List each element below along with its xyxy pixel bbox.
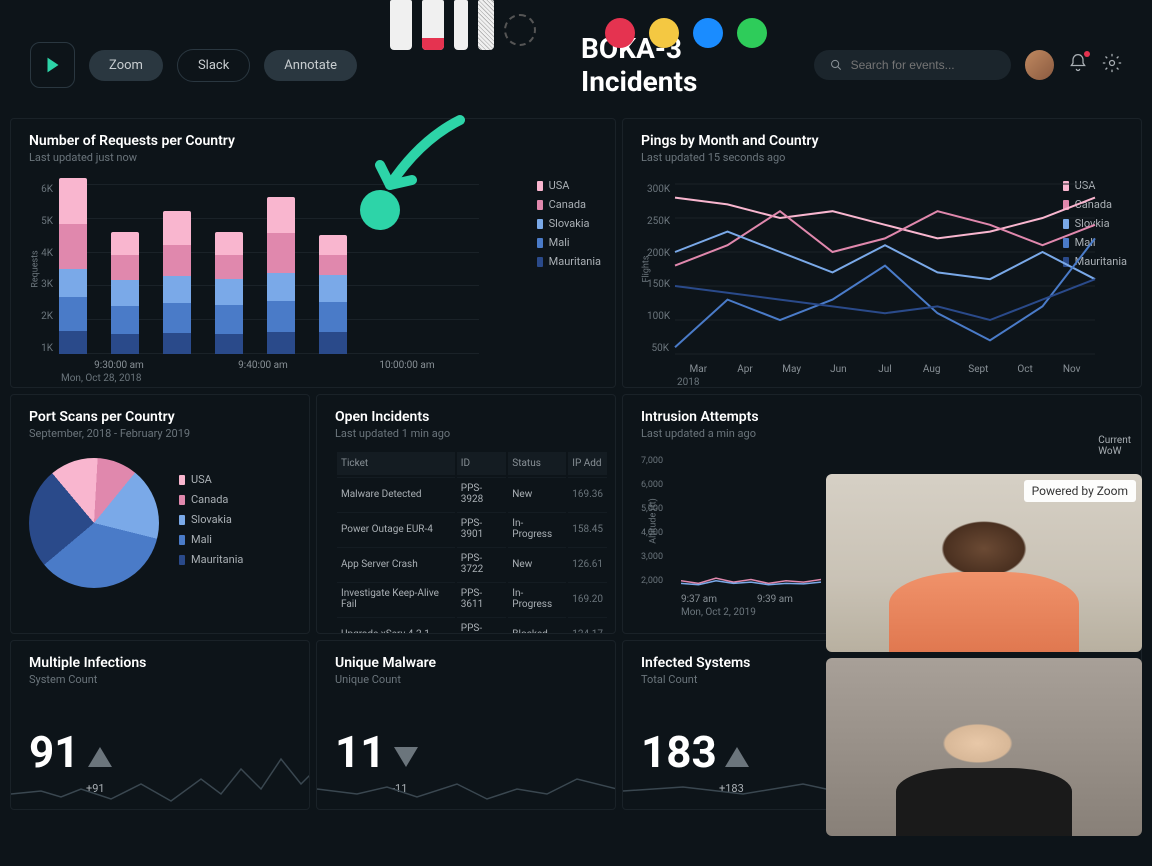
line-chart: Flights 300K250K200K150K100K50K MarAprMa… <box>675 184 1105 374</box>
panel-multiple-infections: Multiple Infections System Count 91 +91 <box>10 640 310 810</box>
app-logo[interactable] <box>30 42 75 88</box>
video-participant-2[interactable] <box>826 658 1142 836</box>
table-row[interactable]: Upgrade xServ 4.2.1PPS-3499Blocked124.17 <box>337 617 607 634</box>
zoom-badge: Powered by Zoom <box>1024 480 1136 502</box>
search-box[interactable] <box>814 50 1010 80</box>
color-palette <box>605 18 767 48</box>
panel-requests: Number of Requests per Country Last upda… <box>10 118 616 388</box>
table-row[interactable]: Investigate Keep-Alive FailPPS-3611In-Pr… <box>337 582 607 615</box>
panel-subtitle: Last updated 1 min ago <box>335 427 609 440</box>
panel-title: Number of Requests per Country <box>29 133 597 149</box>
panel-title: Multiple Infections <box>29 655 291 671</box>
notifications-icon[interactable] <box>1068 53 1088 77</box>
incidents-table: Ticket ID Status IP Add Malware Detected… <box>335 450 609 634</box>
pen-tool-red[interactable] <box>422 0 444 50</box>
zoom-button[interactable]: Zoom <box>89 50 163 81</box>
lasso-tool[interactable] <box>504 14 536 46</box>
chart-legend: Current WoW <box>1098 435 1131 457</box>
table-row[interactable]: Power Outage EUR-4PPS-3901In-Progress158… <box>337 512 607 545</box>
panel-title: Unique Malware <box>335 655 597 671</box>
pen-tool-white[interactable] <box>390 0 412 50</box>
table-row[interactable]: App Server CrashPPS-3722New126.61 <box>337 547 607 580</box>
chart-date: Mon, Oct 28, 2018 <box>61 373 479 384</box>
pen-tool-thin[interactable] <box>454 0 468 50</box>
panel-open-incidents: Open Incidents Last updated 1 min ago Ti… <box>316 394 616 634</box>
panel-pings: Pings by Month and Country Last updated … <box>622 118 1142 388</box>
color-red[interactable] <box>605 18 635 48</box>
color-green[interactable] <box>737 18 767 48</box>
col-id[interactable]: ID <box>457 452 506 475</box>
panel-subtitle: September, 2018 - February 2019 <box>29 427 291 440</box>
slack-button[interactable]: Slack <box>177 49 250 82</box>
panel-title: Intrusion Attempts <box>641 409 1123 425</box>
panel-title: Pings by Month and Country <box>641 133 1123 149</box>
panel-unique-malware: Unique Malware Unique Count 11 -11 <box>316 640 616 810</box>
panel-subtitle: System Count <box>29 673 291 686</box>
video-participant-1[interactable]: Powered by Zoom <box>826 474 1142 652</box>
bar-chart: Requests 6K5K4K3K2K1K 9:30:00 am9:40:00 … <box>59 184 479 374</box>
panel-title: Port Scans per Country <box>29 409 291 425</box>
sparkline <box>317 739 616 809</box>
header: Zoom Slack Annotate BOKA-3 Incidents <box>0 0 1152 118</box>
panel-subtitle: Last updated a min ago <box>641 427 1123 440</box>
color-yellow[interactable] <box>649 18 679 48</box>
table-row[interactable]: Malware DetectedPPS-3928New169.36 <box>337 477 607 510</box>
sparkline <box>11 739 310 809</box>
panel-port-scans: Port Scans per Country September, 2018 -… <box>10 394 310 634</box>
zoom-video-overlay[interactable]: Powered by Zoom <box>826 474 1142 836</box>
search-icon <box>830 58 842 72</box>
col-ip[interactable]: IP Add <box>568 452 607 475</box>
col-status[interactable]: Status <box>508 452 566 475</box>
panel-subtitle: Unique Count <box>335 673 597 686</box>
chart-legend: USACanadaSlovakiaMaliMauritania <box>179 473 243 573</box>
col-ticket[interactable]: Ticket <box>337 452 455 475</box>
user-avatar[interactable] <box>1025 50 1054 80</box>
chart-date: 2018 <box>677 377 1105 388</box>
chart-legend: USACanadaSlovakiaMaliMauritania <box>537 179 601 274</box>
color-blue[interactable] <box>693 18 723 48</box>
panel-title: Open Incidents <box>335 409 609 425</box>
search-input[interactable] <box>851 58 995 72</box>
panel-subtitle: Last updated just now <box>29 151 597 164</box>
annotation-pens <box>390 0 536 50</box>
pie-chart <box>29 458 159 588</box>
settings-icon[interactable] <box>1102 53 1122 77</box>
panel-subtitle: Last updated 15 seconds ago <box>641 151 1123 164</box>
annotate-button[interactable]: Annotate <box>264 50 357 81</box>
eraser-tool[interactable] <box>478 0 494 50</box>
